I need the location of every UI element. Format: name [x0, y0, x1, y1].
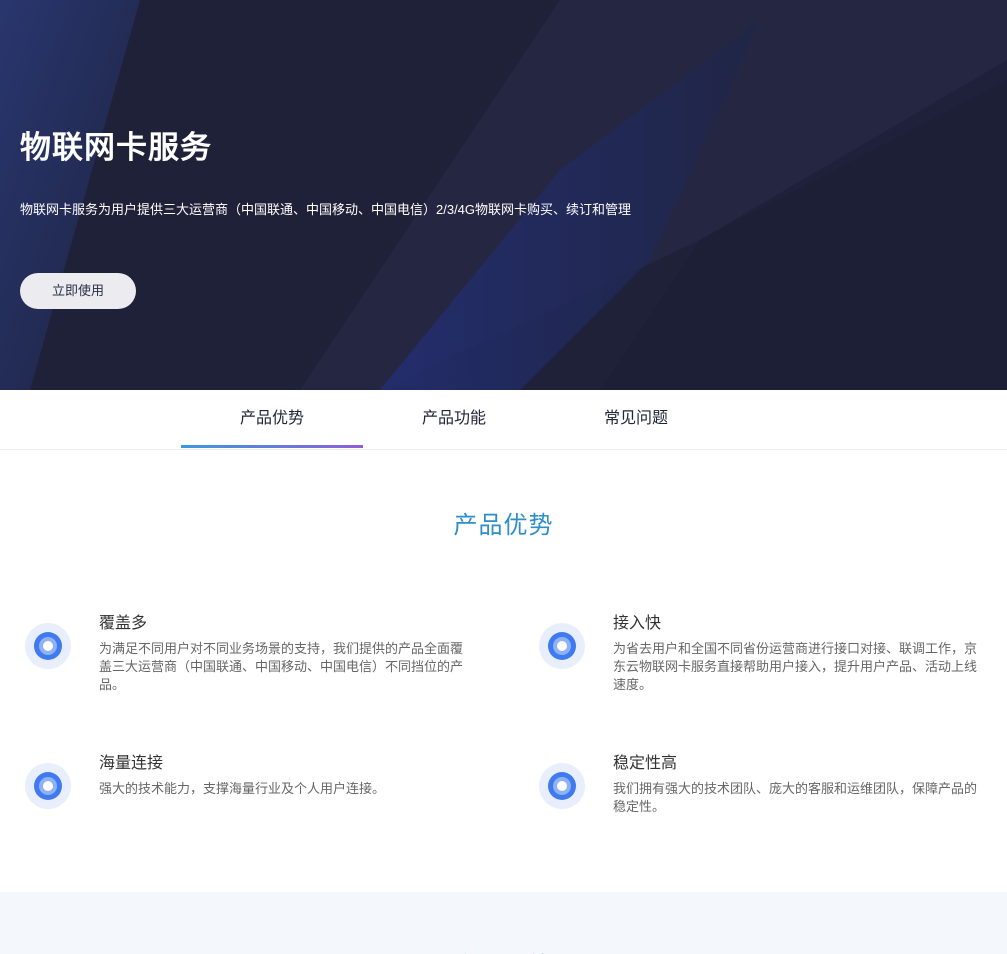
advantage-desc: 为省去用户和全国不同省份运营商进行接口对接、联调工作，京东云物联网卡服务直接帮助…	[613, 641, 978, 692]
advantage-desc: 我们拥有强大的技术团队、庞大的客服和运维团队，保障产品的稳定性。	[613, 781, 978, 814]
advantage-title: 覆盖多	[99, 615, 148, 632]
active-tab-indicator	[181, 445, 363, 448]
advantages-title: 产品优势	[453, 512, 554, 539]
advantage-title: 海量连接	[99, 755, 164, 772]
target-circle-icon	[539, 623, 585, 669]
hero-banner: 物联网卡服务 物联网卡服务为用户提供三大运营商（中国联通、中国移动、中国电信）2…	[0, 0, 1007, 390]
tab-faq[interactable]: 常见问题	[545, 390, 727, 448]
advantage-desc: 为满足不同用户对不同业务场景的支持，我们提供的产品全面覆盖三大运营商（中国联通、…	[99, 641, 464, 692]
target-circle-icon	[25, 763, 71, 809]
target-circle-icon	[25, 623, 71, 669]
tab-features[interactable]: 产品功能	[363, 390, 545, 448]
hero-title: 物联网卡服务	[20, 130, 212, 165]
use-now-button[interactable]: 立即使用	[20, 273, 136, 309]
advantage-title: 稳定性高	[613, 755, 678, 772]
section-tabs: 产品优势 产品功能 常见问题	[0, 390, 1007, 450]
tab-advantages[interactable]: 产品优势	[181, 390, 363, 448]
features-section: 产品功能	[0, 892, 1007, 954]
target-circle-icon	[539, 763, 585, 809]
advantage-title: 接入快	[613, 615, 662, 632]
features-title: 产品功能	[0, 946, 1007, 954]
hero-description: 物联网卡服务为用户提供三大运营商（中国联通、中国移动、中国电信）2/3/4G物联…	[20, 202, 632, 217]
hero-background	[0, 0, 1007, 390]
advantage-desc: 强大的技术能力，支撑海量行业及个人用户连接。	[99, 781, 386, 796]
